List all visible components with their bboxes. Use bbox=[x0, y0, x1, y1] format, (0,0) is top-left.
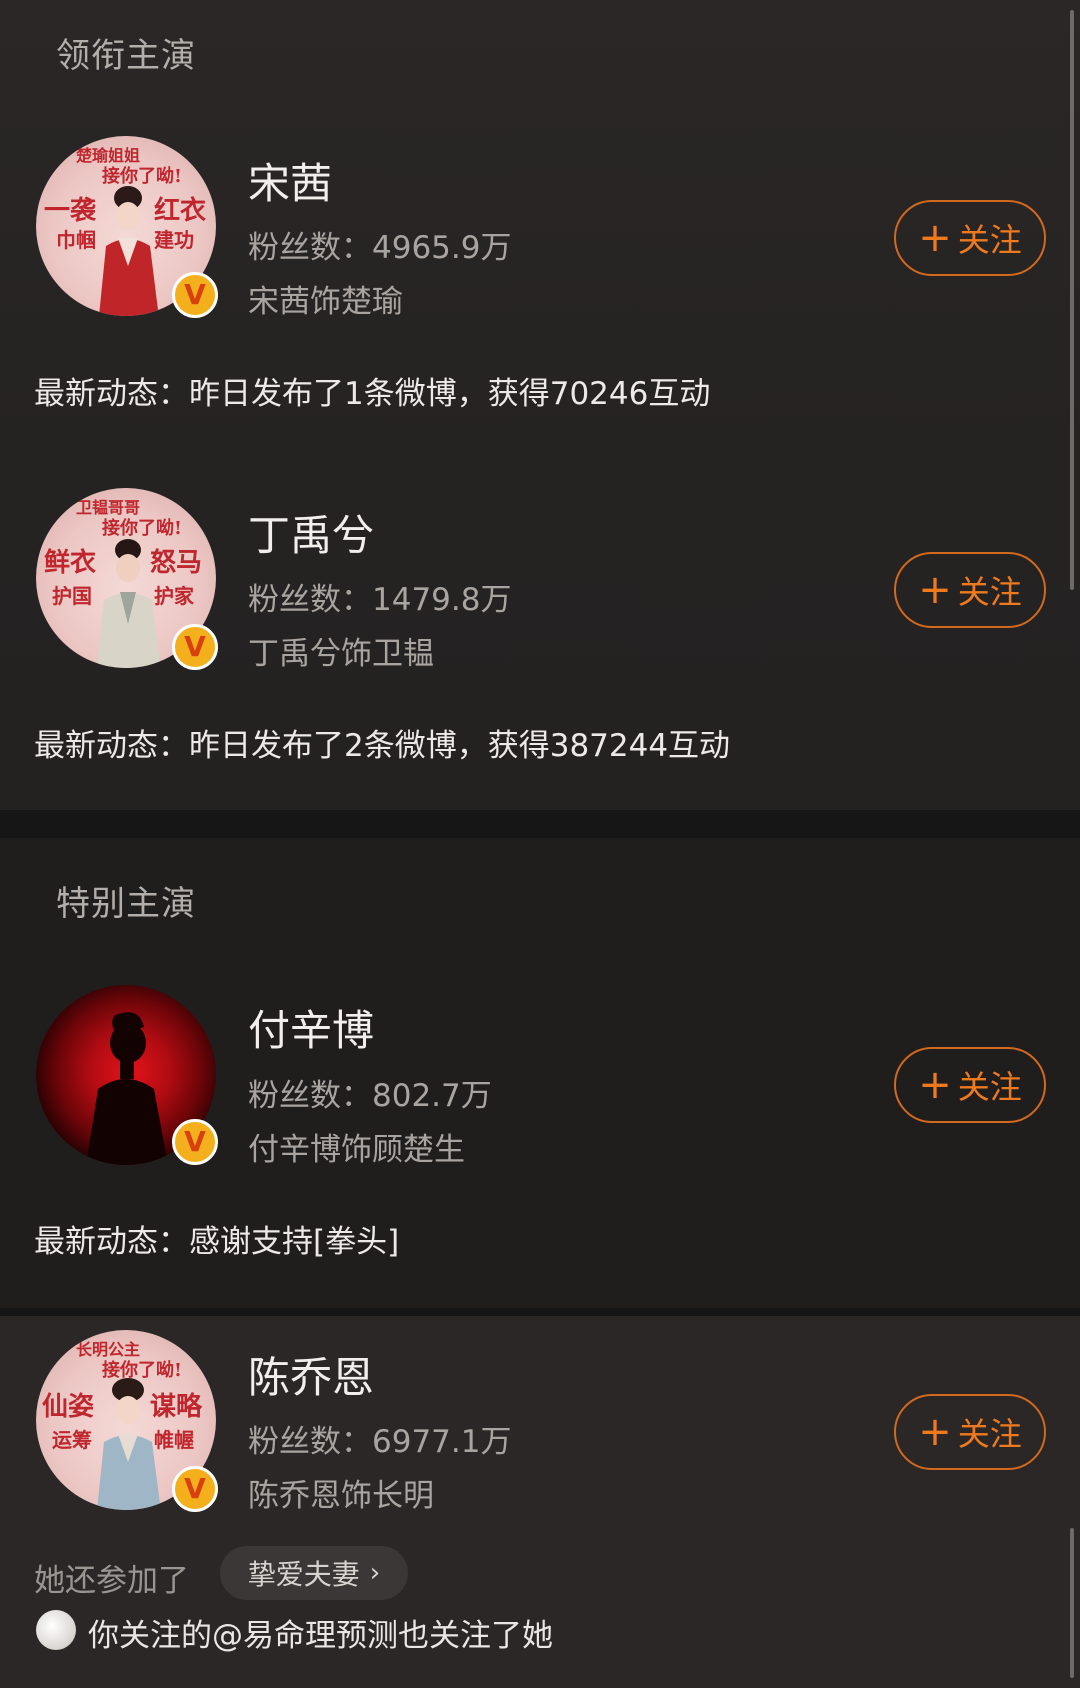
follow-label: 关注 bbox=[957, 573, 1022, 611]
show-chip[interactable]: 挚爱夫妻 › bbox=[220, 1546, 408, 1600]
actor-figure bbox=[97, 539, 161, 668]
follow-button[interactable]: + 关注 bbox=[894, 1394, 1046, 1470]
section-title: 特别主演 bbox=[56, 884, 196, 924]
verified-badge-icon: V bbox=[172, 624, 218, 670]
chevron-right-icon: › bbox=[369, 1558, 381, 1588]
mutual-follower-avatar[interactable] bbox=[36, 1610, 76, 1650]
actor-figure bbox=[97, 1378, 161, 1510]
actor-figure bbox=[99, 186, 159, 316]
verified-badge-icon: V bbox=[172, 1119, 218, 1165]
role-label: 付辛博饰顾楚生 bbox=[248, 1132, 465, 1168]
poster-text: 仙姿 bbox=[42, 1392, 95, 1422]
verified-badge-icon: V bbox=[172, 1466, 218, 1512]
chip-label: 挚爱夫妻 bbox=[247, 1558, 360, 1591]
role-label: 丁禹兮饰卫韫 bbox=[248, 636, 434, 672]
fans-count: 粉丝数：802.7万 bbox=[248, 1078, 492, 1114]
poster-text: 运筹 bbox=[52, 1428, 92, 1452]
also-joined-label: 她还参加了 bbox=[34, 1563, 189, 1599]
follow-label: 关注 bbox=[957, 221, 1022, 259]
actor-name[interactable]: 宋茜 bbox=[248, 150, 332, 211]
plus-icon: + bbox=[918, 1062, 952, 1108]
verified-badge-icon: V bbox=[172, 272, 218, 318]
role-label: 宋茜饰楚瑜 bbox=[248, 284, 403, 320]
plus-icon: + bbox=[918, 567, 952, 613]
role-label: 陈乔恩饰长明 bbox=[248, 1478, 434, 1514]
latest-news[interactable]: 最新动态：昨日发布了1条微博，获得70246互动 bbox=[34, 368, 710, 413]
section-divider bbox=[0, 810, 1080, 838]
fans-count: 粉丝数：4965.9万 bbox=[248, 230, 512, 266]
mutual-follow-text[interactable]: 你关注的@易命理预测也关注了她 bbox=[88, 1610, 553, 1655]
actor-name[interactable]: 付辛博 bbox=[248, 997, 374, 1058]
latest-news[interactable]: 最新动态：感谢支持[拳头] bbox=[34, 1216, 399, 1261]
section-divider bbox=[0, 1308, 1080, 1316]
section-title: 领衔主演 bbox=[56, 36, 196, 76]
latest-news[interactable]: 最新动态：昨日发布了2条微博，获得387244互动 bbox=[34, 720, 730, 765]
actor-name[interactable]: 陈乔恩 bbox=[248, 1344, 374, 1405]
follow-label: 关注 bbox=[957, 1068, 1022, 1106]
fans-count: 粉丝数：1479.8万 bbox=[248, 582, 512, 618]
follow-label: 关注 bbox=[957, 1415, 1022, 1453]
follow-button[interactable]: + 关注 bbox=[894, 552, 1046, 628]
poster-text: 护国 bbox=[52, 584, 92, 608]
follow-button[interactable]: + 关注 bbox=[894, 1047, 1046, 1123]
follow-button[interactable]: + 关注 bbox=[894, 200, 1046, 276]
scrollbar[interactable] bbox=[1070, 10, 1074, 590]
plus-icon: + bbox=[918, 215, 952, 261]
plus-icon: + bbox=[918, 1409, 952, 1455]
actor-name[interactable]: 丁禹兮 bbox=[248, 502, 374, 563]
scrollbar[interactable] bbox=[1070, 1528, 1074, 1678]
fans-count: 粉丝数：6977.1万 bbox=[248, 1424, 512, 1460]
